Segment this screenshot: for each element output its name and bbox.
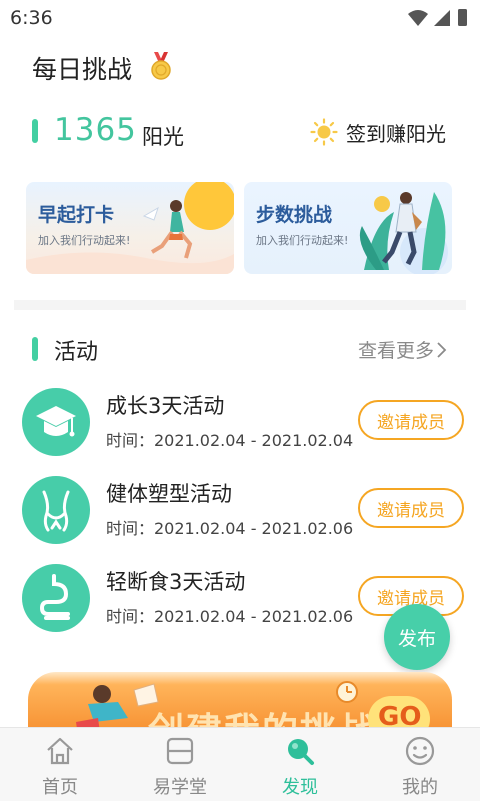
tab-classroom[interactable]: 易学堂 (120, 728, 240, 801)
page-title: 每日挑战 (32, 55, 133, 84)
status-icons (408, 9, 467, 26)
bottom-tab-bar: 首页 易学堂 发现 我的 (0, 727, 480, 801)
status-bar: 6:36 (0, 0, 480, 36)
discover-search-icon (288, 739, 314, 765)
sunshine-count: 1365 (54, 112, 137, 148)
alarm-clock-icon (336, 681, 358, 703)
medal-icon (151, 52, 171, 80)
walker-illustration (359, 192, 448, 274)
activity-name: 健体塑型活动 (106, 482, 232, 506)
activity-time: 时间：2021.02.04 - 2021.02.04 (106, 431, 354, 450)
signin-label: 签到赚阳光 (346, 121, 446, 146)
runner-illustration (26, 182, 234, 274)
early-rise-subtitle: 加入我们行动起来! (38, 234, 131, 247)
step-challenge-subtitle: 加入我们行动起来! (256, 234, 349, 247)
activity-name: 成长3天活动 (106, 394, 225, 418)
stomach-icon (22, 564, 90, 632)
tab-discover-label: 发现 (282, 777, 318, 798)
view-more-link[interactable]: 查看更多 (358, 336, 448, 363)
invite-member-button[interactable]: 邀请成员 (358, 488, 464, 528)
graduation-cap-icon (22, 388, 90, 456)
status-time: 6:36 (10, 7, 53, 29)
signin-button[interactable]: 签到赚阳光 (310, 117, 446, 147)
step-challenge-card[interactable]: 步数挑战 加入我们行动起来! (244, 182, 452, 274)
home-icon (47, 737, 73, 765)
tab-discover[interactable]: 发现 (240, 728, 360, 801)
early-rise-card[interactable]: 早起打卡 加入我们行动起来! (26, 182, 234, 274)
profile-face-icon (405, 736, 435, 766)
activity-row[interactable]: 健体塑型活动 时间：2021.02.04 - 2021.02.06 邀请成员 (0, 476, 480, 558)
sunshine-unit: 阳光 (142, 125, 184, 149)
invite-member-button[interactable]: 邀请成员 (358, 400, 464, 440)
battery-icon (458, 9, 467, 26)
tab-home-label: 首页 (42, 777, 78, 798)
classroom-icon (166, 737, 194, 765)
activity-name: 轻断食3天活动 (106, 570, 246, 594)
section-divider (14, 300, 466, 310)
view-more-label: 查看更多 (357, 340, 434, 362)
signal-icon (434, 10, 450, 26)
publish-fab[interactable]: 发布 (384, 604, 450, 670)
activity-section-title: 活动 (54, 340, 99, 365)
sunshine-accent-bar (32, 119, 38, 143)
tab-classroom-label: 易学堂 (153, 777, 207, 798)
wifi-icon (408, 10, 428, 26)
tab-profile[interactable]: 我的 (360, 728, 480, 801)
activity-row[interactable]: 成长3天活动 时间：2021.02.04 - 2021.02.04 邀请成员 (0, 388, 480, 470)
step-challenge-title: 步数挑战 (256, 204, 333, 226)
sun-icon (310, 118, 338, 146)
activity-accent-bar (32, 337, 38, 361)
tab-home[interactable]: 首页 (0, 728, 120, 801)
tab-profile-label: 我的 (402, 777, 438, 798)
chevron-right-icon (437, 341, 447, 358)
body-shape-icon (22, 476, 90, 544)
activity-time: 时间：2021.02.04 - 2021.02.06 (106, 607, 354, 626)
activity-time: 时间：2021.02.04 - 2021.02.06 (106, 519, 354, 538)
early-rise-title: 早起打卡 (38, 204, 115, 226)
